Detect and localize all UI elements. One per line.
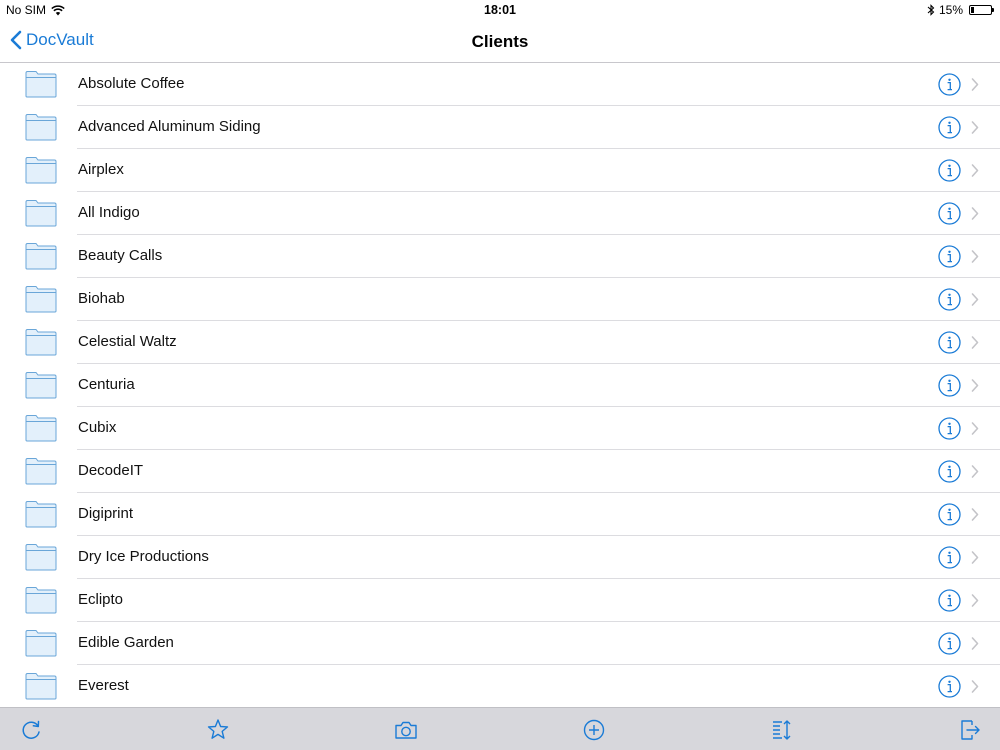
info-icon[interactable] [938,589,961,612]
chevron-right-icon [971,164,979,177]
list-item[interactable]: Centuria [0,364,1000,407]
list-item[interactable]: Absolute Coffee [0,63,1000,106]
folder-icon [25,200,57,227]
client-name: Centuria [78,376,135,393]
sort-icon[interactable] [769,717,795,743]
list-item[interactable]: Eclipto [0,579,1000,622]
client-name: Beauty Calls [78,247,163,264]
list-item[interactable]: Everest [0,665,1000,707]
info-icon[interactable] [938,546,961,569]
chevron-right-icon [971,250,979,263]
list-item[interactable]: Cubix [0,407,1000,450]
battery-percent: 15% [938,3,963,17]
navigation-bar: DocVault Clients [0,22,1000,63]
folder-icon [25,544,57,571]
folder-icon [25,415,57,442]
client-name: All Indigo [78,204,140,221]
client-name: Advanced Aluminum Siding [78,118,261,135]
export-icon[interactable] [957,717,983,743]
list-item[interactable]: Digiprint [0,493,1000,536]
add-icon[interactable] [581,717,607,743]
folder-icon [25,114,57,141]
bluetooth-icon [927,4,935,16]
chevron-right-icon [971,465,979,478]
info-icon[interactable] [938,632,961,655]
status-time: 18:01 [484,3,516,17]
info-icon[interactable] [938,288,961,311]
info-icon[interactable] [938,374,961,397]
chevron-right-icon [971,680,979,693]
list-item[interactable]: All Indigo [0,192,1000,235]
chevron-right-icon [971,78,979,91]
list-item[interactable]: Edible Garden [0,622,1000,665]
folder-icon [25,243,57,270]
chevron-right-icon [971,551,979,564]
list-item[interactable]: Beauty Calls [0,235,1000,278]
client-name: DecodeIT [78,462,144,479]
folder-icon [25,157,57,184]
list-item[interactable]: Biohab [0,278,1000,321]
status-right: 15% [927,3,994,17]
bottom-toolbar [0,707,1000,750]
info-icon[interactable] [938,675,961,698]
folder-icon [25,458,57,485]
chevron-right-icon [971,293,979,306]
info-icon[interactable] [938,73,961,96]
chevron-right-icon [971,336,979,349]
chevron-right-icon [971,207,979,220]
client-name: Biohab [78,290,125,307]
folder-icon [25,501,57,528]
info-icon[interactable] [938,331,961,354]
list-item[interactable]: Airplex [0,149,1000,192]
chevron-right-icon [971,594,979,607]
list-item[interactable]: Dry Ice Productions [0,536,1000,579]
status-bar: No SIM 18:01 15% [0,0,1000,22]
chevron-right-icon [971,379,979,392]
info-icon[interactable] [938,202,961,225]
list-item[interactable]: Celestial Waltz [0,321,1000,364]
battery-icon [969,5,994,15]
folder-icon [25,630,57,657]
info-icon[interactable] [938,245,961,268]
client-name: Eclipto [78,591,124,608]
list-item[interactable]: Advanced Aluminum Siding [0,106,1000,149]
list-item[interactable]: DecodeIT [0,450,1000,493]
client-name: Digiprint [78,505,134,522]
client-name: Absolute Coffee [78,75,185,92]
chevron-right-icon [971,422,979,435]
folder-icon [25,71,57,98]
folder-icon [25,587,57,614]
client-name: Edible Garden [78,634,174,651]
client-list: Absolute Coffee Advanced Aluminum Siding [0,63,1000,707]
client-name: Dry Ice Productions [78,548,209,565]
refresh-icon[interactable] [18,717,44,743]
client-name: Cubix [78,419,117,436]
page-title: Clients [471,32,529,51]
info-icon[interactable] [938,417,961,440]
chevron-right-icon [971,508,979,521]
info-icon[interactable] [938,503,961,526]
chevron-right-icon [971,121,979,134]
star-icon[interactable] [205,717,231,743]
folder-icon [25,372,57,399]
battery-level [971,7,974,13]
folder-icon [25,329,57,356]
folder-icon [25,286,57,313]
client-name: Celestial Waltz [78,333,177,350]
info-icon[interactable] [938,116,961,139]
client-name: Airplex [78,161,124,178]
folder-icon [25,673,57,700]
info-icon[interactable] [938,460,961,483]
chevron-right-icon [971,637,979,650]
info-icon[interactable] [938,159,961,182]
client-name: Everest [78,677,129,694]
camera-icon[interactable] [393,717,419,743]
